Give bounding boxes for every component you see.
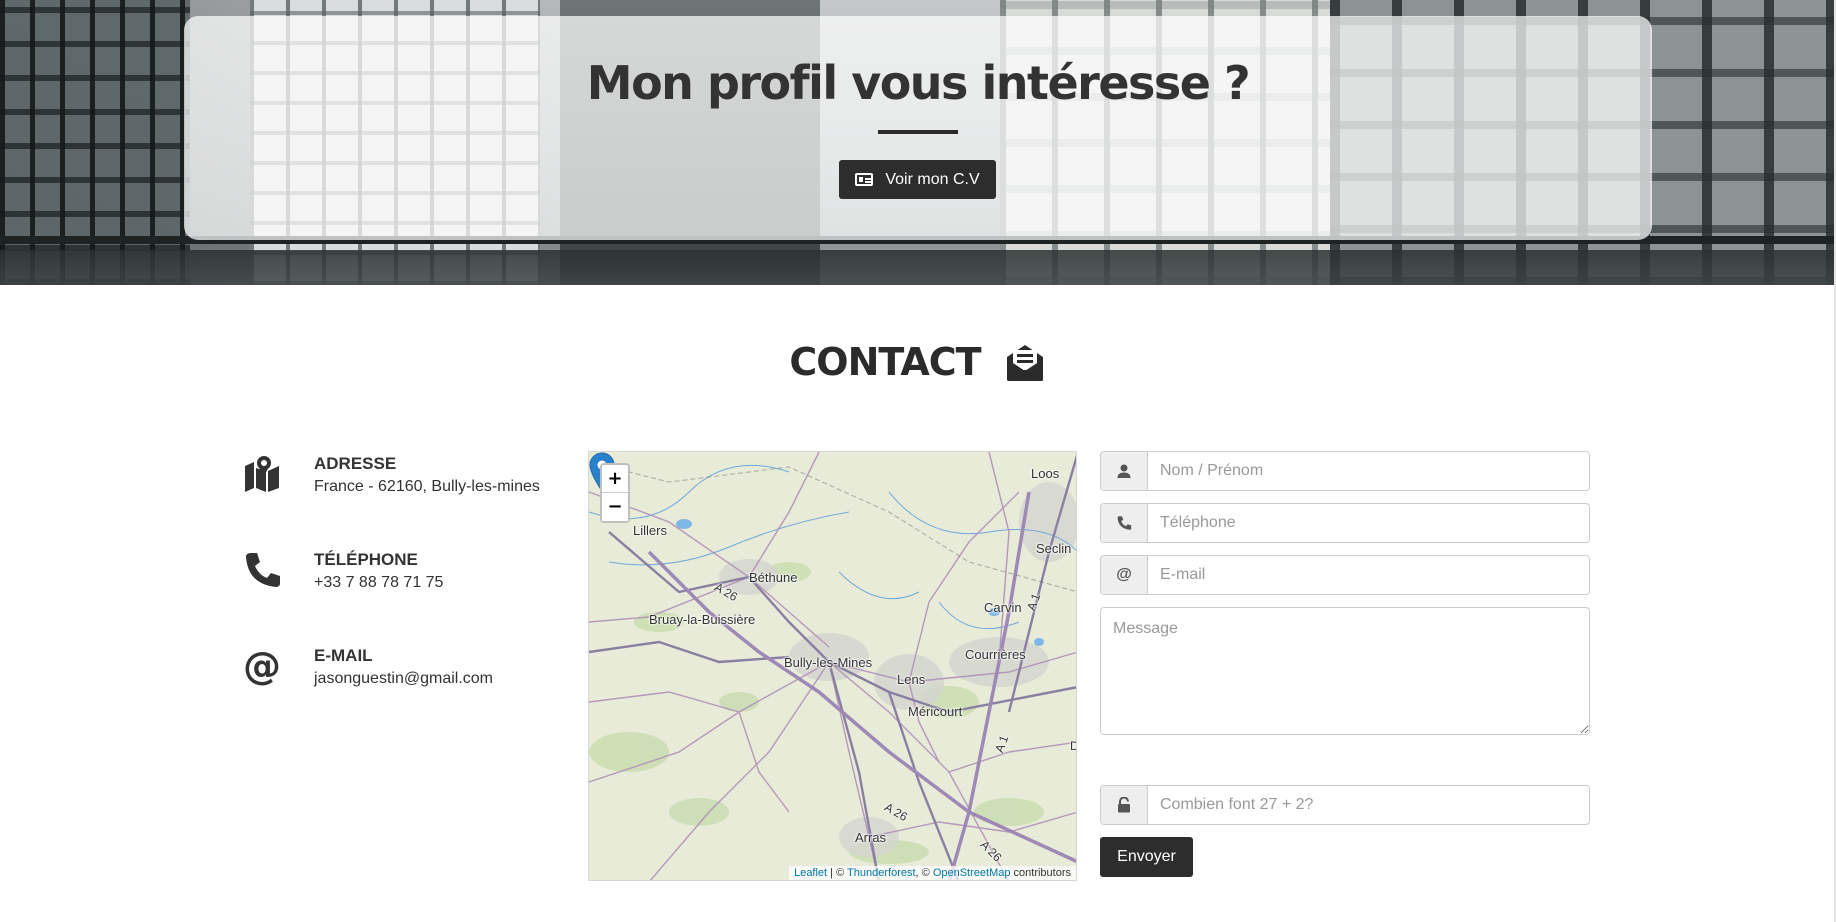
at-icon: @ [1101,556,1148,594]
phone-label: TÉLÉPHONE [314,550,418,569]
svg-text:@: @ [243,646,281,686]
openstreetmap-link[interactable]: OpenStreetMap [933,867,1011,879]
address-label: ADRESSE [314,454,397,473]
view-cv-label: Voir mon C.V [885,170,980,188]
map-label: Béthune [749,570,798,585]
captcha-input[interactable] [1148,786,1589,824]
zoom-control: + − [600,463,630,523]
view-cv-button[interactable]: Voir mon C.V [839,160,996,199]
captcha-field-group [1100,785,1590,825]
map-label: Bruay-la-Buissière [649,612,756,627]
map-label: Arras [855,830,887,845]
phone-icon [1101,504,1148,542]
map-label: Carvin [984,600,1022,615]
email-value: jasonguestin@gmail.com [314,670,493,687]
envelope-open-text-icon [1006,345,1043,381]
phone-field-group [1100,503,1590,543]
id-card-icon [855,173,874,186]
hero-card [184,16,1652,240]
map-label: Courrières [965,647,1026,662]
name-input[interactable] [1148,452,1589,490]
attribution-separator: , © [915,867,933,879]
zoom-out-button[interactable]: − [602,493,628,521]
location-map[interactable]: Loos Lillers Seclin Béthune Carvin Bruay… [588,451,1077,881]
attribution-separator: | © [827,867,848,879]
leaflet-link[interactable]: Leaflet [794,867,827,879]
email-label: E-MAIL [314,646,373,665]
lock-icon [1101,786,1148,824]
message-textarea[interactable] [1100,607,1590,735]
thunderforest-link[interactable]: Thunderforest [847,867,915,879]
email-input[interactable] [1148,556,1589,594]
user-icon [1101,452,1148,490]
phone-icon [246,553,280,587]
send-button[interactable]: Envoyer [1100,837,1193,877]
phone-input[interactable] [1148,504,1589,542]
phone-value: +33 7 88 78 71 75 [314,574,444,591]
address-value: France - 62160, Bully-les-mines [314,478,540,495]
map-label: Lillers [633,523,667,538]
background-street [0,250,1836,285]
map-icon [245,456,279,492]
zoom-in-button[interactable]: + [602,465,628,493]
at-icon: @ [243,646,281,686]
map-label: D [1070,739,1076,753]
contact-heading: CONTACT [0,340,1836,384]
marker-label: Bully-les-Mines [784,655,873,670]
attribution-tail: contributors [1010,867,1071,879]
hero-title: Mon profil vous intéresse ? [586,56,1251,110]
contact-title: CONTACT [789,340,981,384]
map-attribution: Leaflet | © Thunderforest, © OpenStreetM… [789,866,1076,880]
email-field-group: @ [1100,555,1590,595]
map-label: Méricourt [908,704,963,719]
map-label: Loos [1031,466,1060,481]
map-label: Seclin [1036,541,1072,556]
hero-banner: Mon profil vous intéresse ? Voir mon C.V [0,0,1836,285]
map-label: Lens [897,672,926,687]
hero-divider [878,130,958,134]
name-field-group [1100,451,1590,491]
